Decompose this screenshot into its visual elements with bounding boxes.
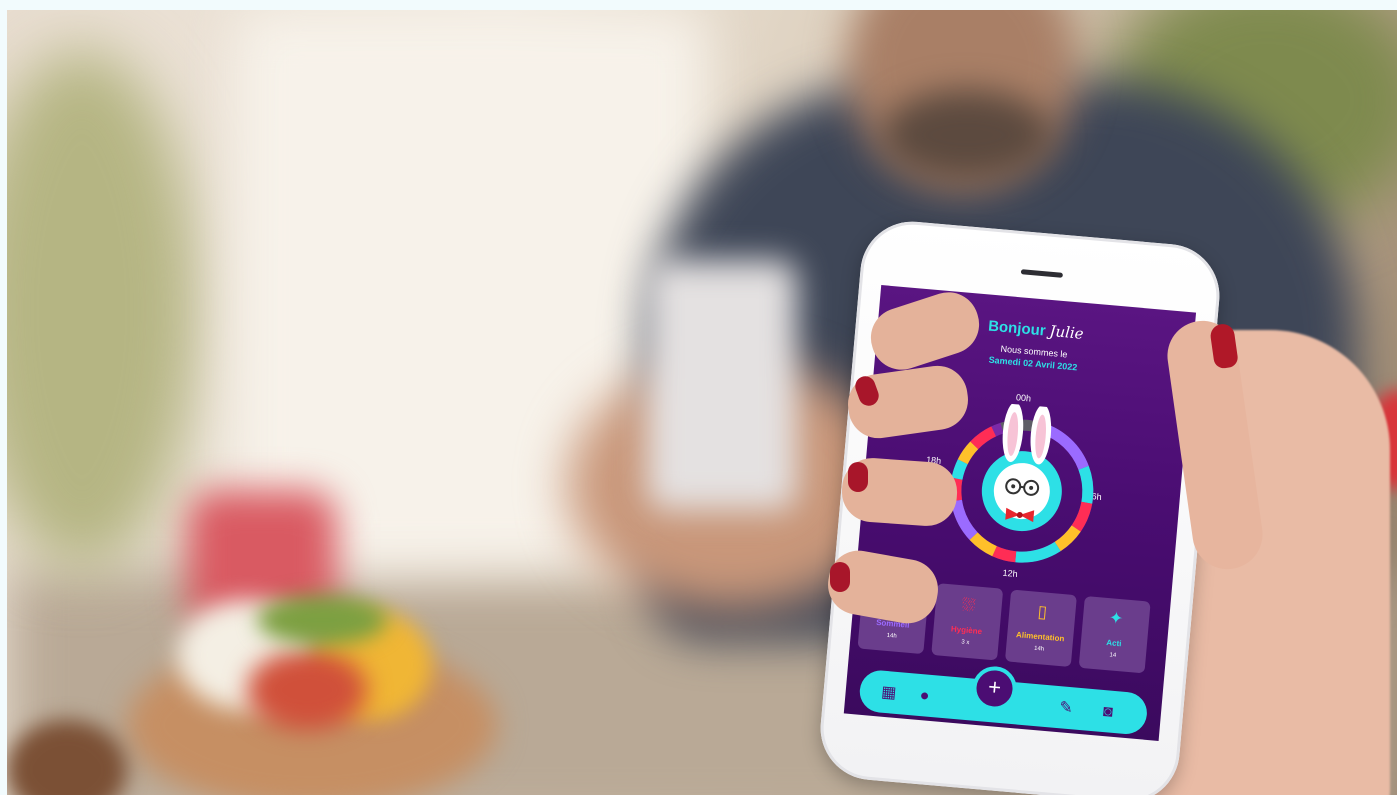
card-label: Alimentation bbox=[1015, 630, 1065, 644]
greeting-text: Bonjour bbox=[987, 317, 1047, 340]
card-label: Acti bbox=[1105, 638, 1122, 649]
card-value: 14 bbox=[1109, 652, 1117, 659]
card-value: 3 x bbox=[961, 639, 970, 647]
fruit-blur bbox=[247, 650, 367, 730]
bathtub-icon: ⛆ bbox=[961, 595, 977, 616]
camera-icon[interactable]: ◙ bbox=[1096, 701, 1120, 725]
user-name: Julie bbox=[1048, 321, 1085, 343]
plant-blur bbox=[7, 50, 197, 570]
card-value: 14h bbox=[1033, 645, 1045, 653]
background-phone-blur bbox=[647, 260, 797, 510]
fingernail bbox=[830, 562, 850, 592]
fingernail bbox=[848, 462, 868, 492]
activity-ring bbox=[950, 402, 1094, 563]
card-value: 14h bbox=[886, 632, 897, 640]
activity-icon: ✦ bbox=[1108, 608, 1125, 629]
pencil-icon[interactable]: ✎ bbox=[1054, 697, 1078, 721]
add-icon: + bbox=[987, 673, 1003, 700]
baby-bottle-icon: ▯ bbox=[1036, 601, 1048, 622]
card-activite[interactable]: ✦ Acti 14 bbox=[1078, 595, 1151, 674]
card-label: Hygiène bbox=[950, 624, 983, 637]
card-alimentation[interactable]: ▯ Alimentation 14h bbox=[1004, 589, 1077, 668]
man-beard-blur bbox=[882, 90, 1052, 180]
leaf-blur bbox=[257, 595, 387, 645]
clock-label-top: 00h bbox=[1015, 392, 1032, 404]
profile-icon[interactable]: ● bbox=[913, 684, 937, 708]
calendar-icon[interactable]: ▦ bbox=[877, 681, 901, 705]
card-hygiene[interactable]: ⛆ Hygiène 3 x bbox=[931, 583, 1004, 661]
phone-speaker bbox=[1020, 269, 1064, 278]
